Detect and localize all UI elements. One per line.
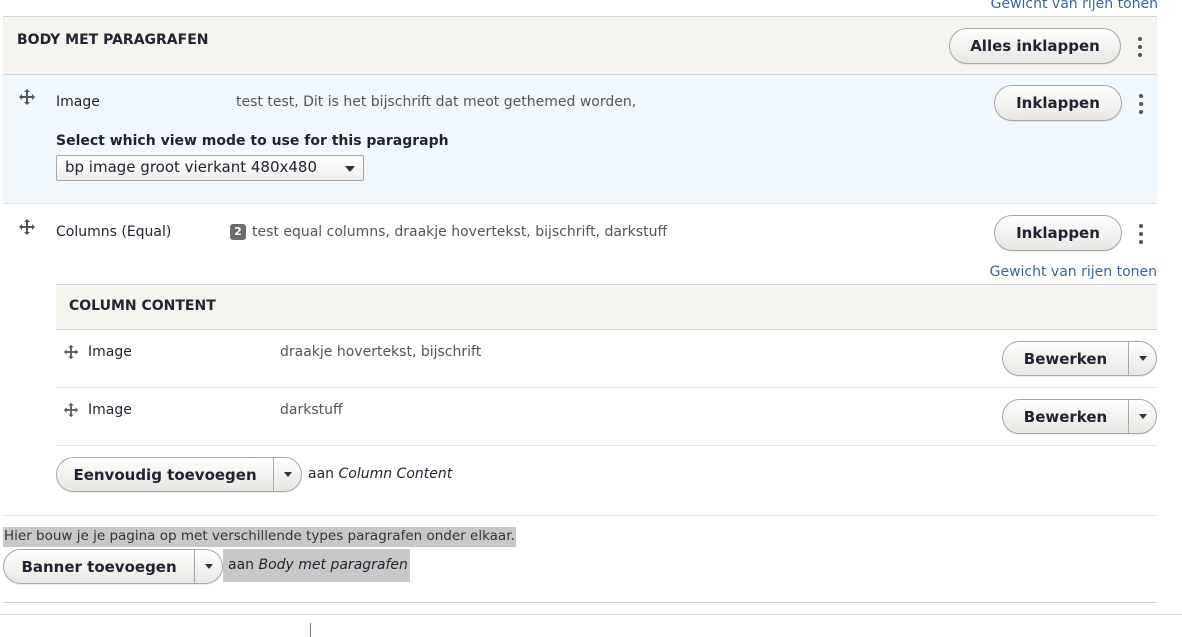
add-target-prefix: aan [228,557,255,573]
add-target-text: aan Body met paragrafen [228,557,408,573]
paragraph-type: Image [88,344,132,360]
collapse-button[interactable]: Inklappen [994,215,1122,251]
chevron-down-icon [1138,414,1147,419]
paragraph-row-image: Image test test, Dit is het bijschrift d… [3,75,1157,204]
edit-button[interactable]: Bewerken [1003,400,1128,433]
paragraph-summary: darkstuff [280,402,343,418]
add-dropdown-toggle[interactable] [194,550,222,583]
paragraph-summary: 2 test equal columns, draakje hovertekst,… [230,224,667,240]
add-simple-button[interactable]: Eenvoudig toevoegen [57,458,273,491]
add-target-name: Body met paragrafen [258,557,408,573]
paragraphs-field-header: BODY MET PARAGRAFEN Alles inklappen [3,16,1157,75]
divider [3,602,1157,603]
edit-dropdown-toggle[interactable] [1128,342,1156,375]
edit-label: Bewerken [1023,349,1108,368]
divider [0,614,1182,615]
paragraph-summary: test test, Dit is het bijschrift dat meo… [236,94,637,110]
edit-split-button[interactable]: Bewerken [1002,341,1157,376]
edit-dropdown-toggle[interactable] [1128,400,1156,433]
add-target-name: Column Content [338,466,453,482]
list-item: Image darkstuff Bewerken [56,388,1157,446]
chevron-down-icon [204,564,213,569]
view-mode-value: bp image groot vierkant 480x480 [65,158,318,176]
view-mode-select[interactable]: bp image groot vierkant 480x480 [56,155,364,181]
column-content-header: COLUMN CONTENT [56,284,1157,330]
drag-handle-icon[interactable] [18,218,36,236]
divider [3,515,1157,516]
show-row-weights-link[interactable]: Gewicht van rijen tonen [990,264,1157,280]
text-cursor [310,623,311,637]
add-target-prefix: aan [308,466,335,482]
list-item: Image draakje hovertekst, bijschrift Bew… [56,330,1157,388]
view-mode-label: Select which view mode to use for this p… [56,133,449,149]
chevron-down-icon [283,472,292,477]
add-banner-split-button[interactable]: Banner toevoegen [3,549,223,584]
paragraph-summary: draakje hovertekst, bijschrift [280,344,482,360]
add-banner-button[interactable]: Banner toevoegen [4,550,194,583]
sub-field-title: COLUMN CONTENT [69,298,216,314]
chevron-down-icon [1138,356,1147,361]
show-row-weights-link[interactable]: Gewicht van rijen tonen [991,0,1158,12]
collapse-all-label: Alles inklappen [970,37,1100,55]
add-simple-split-button[interactable]: Eenvoudig toevoegen [56,457,302,492]
drag-handle-icon[interactable] [63,402,79,418]
more-actions-icon[interactable] [1133,35,1147,59]
add-banner-label: Banner toevoegen [21,557,177,576]
paragraph-type: Columns (Equal) [56,224,172,240]
paragraph-type: Image [56,94,100,110]
collapse-button[interactable]: Inklappen [994,85,1122,121]
add-simple-label: Eenvoudig toevoegen [73,465,257,484]
paragraph-summary-text: test equal columns, draakje hovertekst, … [252,224,668,240]
child-count-badge: 2 [230,224,246,240]
add-dropdown-toggle[interactable] [273,458,301,491]
field-help-text: Hier bouw je je pagina op met verschille… [3,527,516,547]
edit-label: Bewerken [1023,407,1108,426]
add-target-text: aan Column Content [308,466,452,482]
drag-handle-icon[interactable] [63,344,79,360]
more-actions-icon[interactable] [1134,92,1148,116]
collapse-label: Inklappen [1016,94,1100,112]
collapse-label: Inklappen [1016,224,1100,242]
drag-handle-icon[interactable] [18,88,36,106]
chevron-down-icon [345,166,355,172]
paragraph-type: Image [88,402,132,418]
collapse-all-button[interactable]: Alles inklappen [949,28,1121,64]
more-actions-icon[interactable] [1134,222,1148,246]
edit-split-button[interactable]: Bewerken [1002,399,1157,434]
field-title: BODY MET PARAGRAFEN [17,32,209,48]
edit-button[interactable]: Bewerken [1003,342,1128,375]
